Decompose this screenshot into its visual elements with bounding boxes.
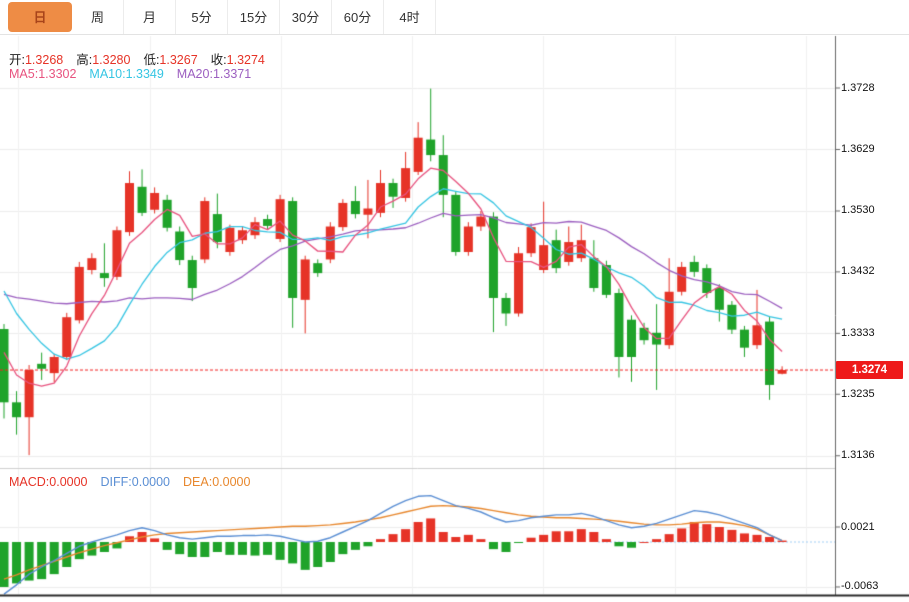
tab-30min[interactable]: 30分 bbox=[280, 0, 332, 34]
legend-item: MACD:0.0000 bbox=[9, 475, 88, 489]
current-price-badge: 1.3274 bbox=[836, 361, 903, 379]
price-axis-label: 1.3136 bbox=[841, 449, 875, 461]
legend-item: MA10:1.3349 bbox=[89, 67, 163, 81]
kline-chart-canvas[interactable] bbox=[0, 0, 909, 602]
legend-item: MA20:1.3371 bbox=[177, 67, 251, 81]
macd-legend: MACD:0.0000 DIFF:0.0000 DEA:0.0000 bbox=[9, 475, 250, 489]
ohlc-legend: 开:1.3268 高:1.3280 低:1.3267 收:1.3274 bbox=[9, 49, 265, 68]
price-axis-label: 1.3530 bbox=[841, 204, 875, 216]
legend-item: 开:1.3268 bbox=[9, 49, 63, 68]
macd-axis-label: -0.0063 bbox=[841, 580, 878, 592]
price-axis-label: 1.3432 bbox=[841, 265, 875, 277]
period-tabbar: 日周月5分15分30分60分4时 bbox=[0, 0, 909, 35]
legend-item: 高:1.3280 bbox=[76, 49, 130, 68]
legend-item: 低:1.3267 bbox=[143, 49, 197, 68]
tab-month[interactable]: 月 bbox=[124, 0, 176, 34]
legend-item: MA5:1.3302 bbox=[9, 67, 76, 81]
tab-day[interactable]: 日 bbox=[8, 2, 72, 32]
tab-5min[interactable]: 5分 bbox=[176, 0, 228, 34]
price-axis-label: 1.3235 bbox=[841, 388, 875, 400]
legend-item: DIFF:0.0000 bbox=[101, 475, 170, 489]
tab-15min[interactable]: 15分 bbox=[228, 0, 280, 34]
kline-app: 日周月5分15分30分60分4时 开:1.3268 高:1.3280 低:1.326… bbox=[0, 0, 909, 602]
tab-60min[interactable]: 60分 bbox=[332, 0, 384, 34]
price-axis-label: 1.3728 bbox=[841, 82, 875, 94]
macd-axis-label: 0.0021 bbox=[841, 521, 875, 533]
ma-legend: MA5:1.3302 MA10:1.3349 MA20:1.3371 bbox=[9, 67, 251, 81]
legend-item: 收:1.3274 bbox=[211, 49, 265, 68]
legend-item: DEA:0.0000 bbox=[183, 475, 250, 489]
price-axis-label: 1.3333 bbox=[841, 327, 875, 339]
price-axis-label: 1.3629 bbox=[841, 143, 875, 155]
tab-4hour[interactable]: 4时 bbox=[384, 0, 436, 34]
tab-week[interactable]: 周 bbox=[72, 0, 124, 34]
